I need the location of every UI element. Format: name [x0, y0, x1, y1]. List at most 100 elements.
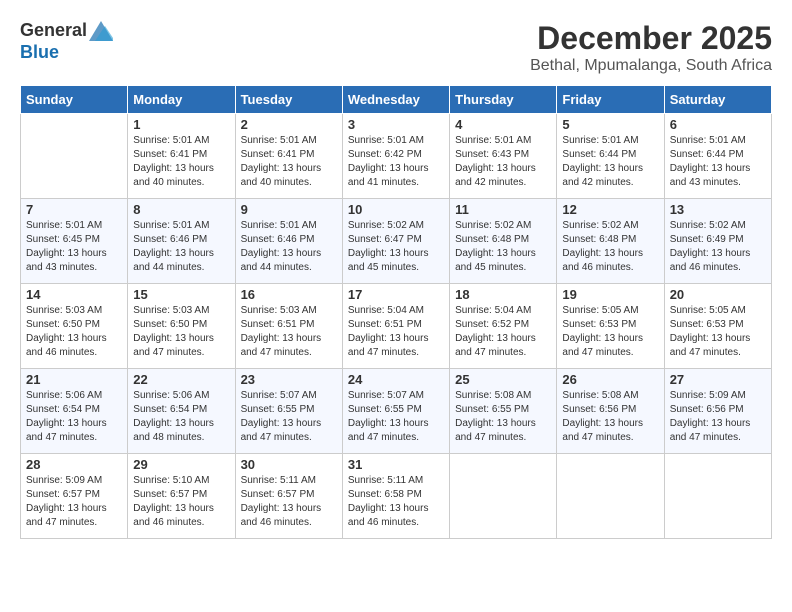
logo-blue: Blue: [20, 42, 59, 62]
day-info: Sunrise: 5:01 AM Sunset: 6:46 PM Dayligh…: [241, 219, 337, 275]
calendar-cell: 29 Sunrise: 5:10 AM Sunset: 6:57 PM Dayli…: [128, 454, 235, 539]
day-number: 16: [241, 287, 337, 302]
calendar-header-row: SundayMondayTuesdayWednesdayThursdayFrid…: [21, 86, 772, 114]
calendar-cell: 18 Sunrise: 5:04 AM Sunset: 6:52 PM Dayli…: [450, 284, 557, 369]
day-info: Sunrise: 5:01 AM Sunset: 6:41 PM Dayligh…: [241, 134, 337, 190]
day-info: Sunrise: 5:03 AM Sunset: 6:50 PM Dayligh…: [133, 304, 229, 360]
calendar-cell: 27 Sunrise: 5:09 AM Sunset: 6:56 PM Dayli…: [664, 369, 771, 454]
title-area: December 2025 Bethal, Mpumalanga, South …: [530, 20, 772, 75]
calendar-cell: 30 Sunrise: 5:11 AM Sunset: 6:57 PM Dayli…: [235, 454, 342, 539]
day-number: 24: [348, 372, 444, 387]
day-number: 22: [133, 372, 229, 387]
day-info: Sunrise: 5:05 AM Sunset: 6:53 PM Dayligh…: [562, 304, 658, 360]
day-number: 20: [670, 287, 766, 302]
day-number: 26: [562, 372, 658, 387]
day-number: 7: [26, 202, 122, 217]
day-number: 5: [562, 117, 658, 132]
calendar-week-row: 1 Sunrise: 5:01 AM Sunset: 6:41 PM Daylig…: [21, 114, 772, 199]
day-number: 4: [455, 117, 551, 132]
day-number: 27: [670, 372, 766, 387]
calendar-cell: 13 Sunrise: 5:02 AM Sunset: 6:49 PM Dayli…: [664, 199, 771, 284]
day-number: 9: [241, 202, 337, 217]
calendar-cell: 19 Sunrise: 5:05 AM Sunset: 6:53 PM Dayli…: [557, 284, 664, 369]
day-info: Sunrise: 5:01 AM Sunset: 6:41 PM Dayligh…: [133, 134, 229, 190]
day-info: Sunrise: 5:01 AM Sunset: 6:42 PM Dayligh…: [348, 134, 444, 190]
calendar-cell: 8Sunrise: 5:01 AM Sunset: 6:46 PM Daylig…: [128, 199, 235, 284]
day-info: Sunrise: 5:11 AM Sunset: 6:57 PM Dayligh…: [241, 474, 337, 530]
day-info: Sunrise: 5:02 AM Sunset: 6:49 PM Dayligh…: [670, 219, 766, 275]
day-number: 13: [670, 202, 766, 217]
day-info: Sunrise: 5:08 AM Sunset: 6:55 PM Dayligh…: [455, 389, 551, 445]
day-info: Sunrise: 5:02 AM Sunset: 6:48 PM Dayligh…: [455, 219, 551, 275]
day-info: Sunrise: 5:09 AM Sunset: 6:57 PM Dayligh…: [26, 474, 122, 530]
calendar-cell: 5 Sunrise: 5:01 AM Sunset: 6:44 PM Daylig…: [557, 114, 664, 199]
calendar-cell: 21 Sunrise: 5:06 AM Sunset: 6:54 PM Dayli…: [21, 369, 128, 454]
day-number: 10: [348, 202, 444, 217]
calendar-week-row: 7 Sunrise: 5:01 AM Sunset: 6:45 PM Daylig…: [21, 199, 772, 284]
day-number: 29: [133, 457, 229, 472]
day-info: Sunrise: 5:07 AM Sunset: 6:55 PM Dayligh…: [241, 389, 337, 445]
day-info: Sunrise: 5:05 AM Sunset: 6:53 PM Dayligh…: [670, 304, 766, 360]
day-number: 25: [455, 372, 551, 387]
calendar-cell: [450, 454, 557, 539]
calendar-week-row: 14 Sunrise: 5:03 AM Sunset: 6:50 PM Dayli…: [21, 284, 772, 369]
calendar-cell: 1 Sunrise: 5:01 AM Sunset: 6:41 PM Daylig…: [128, 114, 235, 199]
calendar-cell: 16 Sunrise: 5:03 AM Sunset: 6:51 PM Dayli…: [235, 284, 342, 369]
day-info: Sunrise: 5:01 AM Sunset: 6:43 PM Dayligh…: [455, 134, 551, 190]
day-info: Sunrise: 5:06 AM Sunset: 6:54 PM Dayligh…: [26, 389, 122, 445]
day-info: Sunrise: 5:02 AM Sunset: 6:47 PM Dayligh…: [348, 219, 444, 275]
page-header: General Blue December 2025 Bethal, Mpuma…: [20, 20, 772, 75]
calendar-cell: 15 Sunrise: 5:03 AM Sunset: 6:50 PM Dayli…: [128, 284, 235, 369]
day-number: 15: [133, 287, 229, 302]
logo-general: General: [20, 20, 87, 42]
calendar-cell: 31 Sunrise: 5:11 AM Sunset: 6:58 PM Dayli…: [342, 454, 449, 539]
calendar-week-row: 28 Sunrise: 5:09 AM Sunset: 6:57 PM Dayli…: [21, 454, 772, 539]
calendar-cell: 2Sunrise: 5:01 AM Sunset: 6:41 PM Daylig…: [235, 114, 342, 199]
day-number: 1: [133, 117, 229, 132]
day-number: 8: [133, 202, 229, 217]
calendar-cell: [557, 454, 664, 539]
day-number: 30: [241, 457, 337, 472]
calendar-cell: 3 Sunrise: 5:01 AM Sunset: 6:42 PM Daylig…: [342, 114, 449, 199]
day-info: Sunrise: 5:01 AM Sunset: 6:44 PM Dayligh…: [562, 134, 658, 190]
calendar-cell: 14Sunrise: 5:03 AM Sunset: 6:50 PM Dayli…: [21, 284, 128, 369]
calendar-cell: 10 Sunrise: 5:02 AM Sunset: 6:47 PM Dayli…: [342, 199, 449, 284]
day-info: Sunrise: 5:10 AM Sunset: 6:57 PM Dayligh…: [133, 474, 229, 530]
day-info: Sunrise: 5:01 AM Sunset: 6:44 PM Dayligh…: [670, 134, 766, 190]
day-info: Sunrise: 5:11 AM Sunset: 6:58 PM Dayligh…: [348, 474, 444, 530]
calendar-cell: 11Sunrise: 5:02 AM Sunset: 6:48 PM Dayli…: [450, 199, 557, 284]
day-number: 14: [26, 287, 122, 302]
header-saturday: Saturday: [664, 86, 771, 114]
header-sunday: Sunday: [21, 86, 128, 114]
day-info: Sunrise: 5:02 AM Sunset: 6:48 PM Dayligh…: [562, 219, 658, 275]
day-info: Sunrise: 5:07 AM Sunset: 6:55 PM Dayligh…: [348, 389, 444, 445]
calendar-cell: [664, 454, 771, 539]
logo: General Blue: [20, 20, 113, 63]
day-number: 28: [26, 457, 122, 472]
day-info: Sunrise: 5:03 AM Sunset: 6:51 PM Dayligh…: [241, 304, 337, 360]
calendar-cell: 6Sunrise: 5:01 AM Sunset: 6:44 PM Daylig…: [664, 114, 771, 199]
header-tuesday: Tuesday: [235, 86, 342, 114]
calendar-cell: 24 Sunrise: 5:07 AM Sunset: 6:55 PM Dayli…: [342, 369, 449, 454]
calendar-table: SundayMondayTuesdayWednesdayThursdayFrid…: [20, 85, 772, 539]
calendar-cell: 7 Sunrise: 5:01 AM Sunset: 6:45 PM Daylig…: [21, 199, 128, 284]
day-number: 3: [348, 117, 444, 132]
day-info: Sunrise: 5:01 AM Sunset: 6:45 PM Dayligh…: [26, 219, 122, 275]
month-title: December 2025: [530, 20, 772, 57]
calendar-cell: 22 Sunrise: 5:06 AM Sunset: 6:54 PM Dayli…: [128, 369, 235, 454]
day-info: Sunrise: 5:08 AM Sunset: 6:56 PM Dayligh…: [562, 389, 658, 445]
day-number: 19: [562, 287, 658, 302]
day-info: Sunrise: 5:06 AM Sunset: 6:54 PM Dayligh…: [133, 389, 229, 445]
day-info: Sunrise: 5:09 AM Sunset: 6:56 PM Dayligh…: [670, 389, 766, 445]
calendar-cell: 26 Sunrise: 5:08 AM Sunset: 6:56 PM Dayli…: [557, 369, 664, 454]
calendar-cell: 20 Sunrise: 5:05 AM Sunset: 6:53 PM Dayli…: [664, 284, 771, 369]
header-wednesday: Wednesday: [342, 86, 449, 114]
day-number: 18: [455, 287, 551, 302]
day-info: Sunrise: 5:04 AM Sunset: 6:52 PM Dayligh…: [455, 304, 551, 360]
calendar-cell: 4 Sunrise: 5:01 AM Sunset: 6:43 PM Daylig…: [450, 114, 557, 199]
calendar-cell: 23Sunrise: 5:07 AM Sunset: 6:55 PM Dayli…: [235, 369, 342, 454]
day-number: 31: [348, 457, 444, 472]
header-monday: Monday: [128, 86, 235, 114]
calendar-cell: 25 Sunrise: 5:08 AM Sunset: 6:55 PM Dayli…: [450, 369, 557, 454]
day-number: 21: [26, 372, 122, 387]
